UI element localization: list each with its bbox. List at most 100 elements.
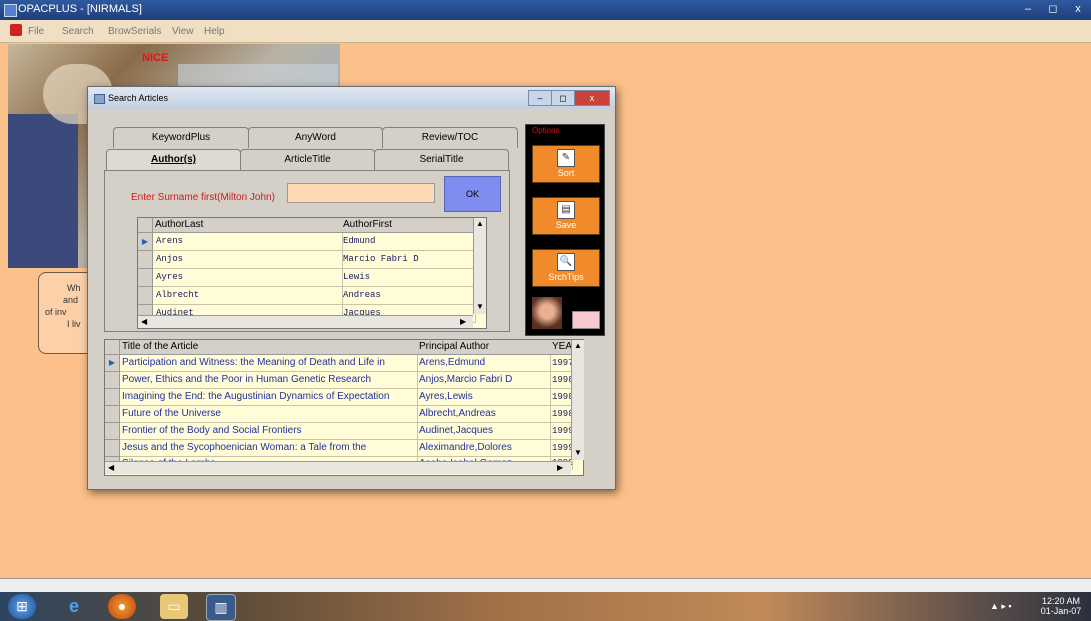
browser-e-icon[interactable]: e (60, 594, 88, 619)
table-row-cell[interactable]: Ayres,Lewis (417, 389, 551, 406)
table-row-cell[interactable]: Power, Ethics and the Poor in Human Gene… (120, 372, 418, 389)
row-selector (138, 251, 153, 269)
table-row-cell[interactable]: Anjos (153, 251, 343, 269)
dialog-maximize-button[interactable]: ◻ (551, 90, 575, 106)
grid-corner (138, 218, 153, 233)
table-row-cell[interactable]: 1999 (550, 423, 573, 440)
close-button[interactable]: x (1066, 2, 1090, 17)
menu-search[interactable]: Search (62, 26, 94, 37)
surname-input[interactable] (287, 183, 435, 203)
table-row-cell[interactable]: Arens,Edmund (417, 355, 551, 372)
table-row-cell[interactable]: Imagining the End: the Augustinian Dynam… (120, 389, 418, 406)
scroll-left-icon[interactable]: ◀ (108, 463, 114, 472)
firefox-icon[interactable]: ● (108, 594, 136, 619)
table-row-cell[interactable]: Albrecht (153, 287, 343, 305)
table-row-cell[interactable]: Marcio Fabri D (341, 251, 476, 269)
dialog-icon (94, 94, 105, 104)
tab-keywordplus[interactable]: KeywordPlus (113, 127, 249, 148)
row-selector (105, 389, 120, 406)
table-row-cell[interactable]: Frontier of the Body and Social Frontier… (120, 423, 418, 440)
menu-help[interactable]: Help (204, 26, 225, 37)
maximize-button[interactable]: ◻ (1041, 2, 1065, 17)
clock-time: 12:20 AM (1041, 596, 1081, 606)
bubble-line: Wh (67, 283, 81, 293)
column-header-title[interactable]: Title of the Article (120, 340, 418, 355)
window-titlebar: OPACPLUS - [NIRMALS] – ◻ x (0, 0, 1091, 20)
column-header-principal-author[interactable]: Principal Author (417, 340, 551, 355)
surname-label: Enter Surname first(Milton John) (131, 192, 275, 203)
table-row-cell[interactable]: Jesus and the Sycophoenician Woman: a Ta… (120, 440, 418, 457)
table-row-cell[interactable]: Albrecht,Andreas (417, 406, 551, 423)
column-header-year[interactable]: YEAR (550, 340, 579, 355)
menu-browserials[interactable]: BrowSerials (108, 26, 161, 37)
tray-icons[interactable]: ▲ ▸ ▪ (990, 601, 1012, 612)
table-row-cell[interactable]: Participation and Witness: the Meaning o… (120, 355, 418, 372)
scroll-right-icon[interactable]: ▶ (557, 463, 563, 472)
save-icon: ▤ (557, 201, 575, 219)
article-grid-vertical-scrollbar[interactable]: ▲ ▼ (571, 340, 584, 460)
row-selector (105, 423, 120, 440)
table-row-cell[interactable]: Ayres (153, 269, 343, 287)
row-selector-icon: ▶ (105, 355, 120, 372)
table-row-cell[interactable]: 1997 (550, 355, 573, 372)
bubble-line: I liv (67, 319, 81, 329)
menu-view[interactable]: View (172, 26, 194, 37)
search-tips-button-label: SrchTips (548, 272, 584, 282)
search-tips-button[interactable]: 🔍 SrchTips (532, 249, 600, 287)
scroll-left-icon[interactable]: ◀ (141, 317, 147, 326)
table-row-cell[interactable]: Audinet,Jacques (417, 423, 551, 440)
scroll-right-icon[interactable]: ▶ (460, 317, 466, 326)
table-row-cell[interactable]: 1998 (550, 389, 573, 406)
scroll-up-icon[interactable]: ▲ (476, 219, 484, 228)
scroll-down-icon[interactable]: ▼ (476, 302, 484, 311)
app-icon (4, 4, 17, 17)
table-row-cell[interactable]: Andreas (341, 287, 476, 305)
tab-authors[interactable]: Author(s) (106, 149, 241, 170)
photo-figure (8, 114, 78, 268)
column-header-authorlast[interactable]: AuthorLast (153, 218, 342, 233)
window-title: OPACPLUS - [NIRMALS] (18, 3, 142, 15)
clock-date: 01-Jan-07 (1040, 606, 1082, 616)
avatar (532, 297, 562, 329)
tab-anyword[interactable]: AnyWord (248, 127, 383, 148)
table-row-cell[interactable]: Arens (153, 233, 343, 251)
column-header-authorfirst[interactable]: AuthorFirst (341, 218, 476, 233)
tab-review-toc[interactable]: Review/TOC (382, 127, 518, 148)
tab-articletitle[interactable]: ArticleTitle (240, 149, 375, 170)
dialog-close-button[interactable]: x (574, 90, 610, 106)
dialog-title: Search Articles (108, 93, 169, 103)
minimize-button[interactable]: – (1016, 2, 1040, 17)
author-grid-vertical-scrollbar[interactable]: ▲ ▼ (473, 218, 486, 314)
dialog-minimize-button[interactable]: – (528, 90, 552, 106)
table-row-cell[interactable]: 1998 (550, 406, 573, 423)
app-menu-icon[interactable] (10, 24, 22, 36)
color-box (572, 311, 600, 329)
tab-serialtitle[interactable]: SerialTitle (374, 149, 509, 170)
table-row-cell[interactable]: Lewis (341, 269, 476, 287)
ok-button[interactable]: OK (444, 176, 501, 212)
article-grid: Title of the Article Principal Author YE… (104, 339, 584, 476)
scroll-down-icon[interactable]: ▼ (574, 448, 582, 457)
system-clock[interactable]: 12:20 AM 01-Jan-07 (1036, 596, 1086, 616)
start-button-icon[interactable]: ⊞ (8, 594, 36, 619)
table-row-cell[interactable]: Aleximandre,Dolores (417, 440, 551, 457)
row-selector (138, 287, 153, 305)
sort-button-label: Sort (557, 168, 575, 178)
table-row-cell[interactable]: Future of the Universe (120, 406, 418, 423)
table-row-cell[interactable]: Anjos,Marcio Fabri D (417, 372, 551, 389)
scroll-up-icon[interactable]: ▲ (574, 341, 582, 350)
article-grid-horizontal-scrollbar[interactable]: ◀ ▶ (105, 461, 571, 474)
table-row-cell[interactable]: 1999 (550, 440, 573, 457)
options-panel: Options ✎ Sort ▤ Save 🔍 SrchTips (525, 124, 605, 336)
save-button[interactable]: ▤ Save (532, 197, 600, 235)
bubble-line: and (63, 295, 79, 305)
taskbar: ⊞ e ● ▭ ▥ ▲ ▸ ▪ (0, 592, 1091, 621)
opac-app-icon[interactable]: ▥ (206, 594, 236, 621)
author-grid-horizontal-scrollbar[interactable]: ◀ ▶ (138, 315, 473, 328)
table-row-cell[interactable]: 1998 (550, 372, 573, 389)
dialog-titlebar: Search Articles – ◻ x (88, 87, 615, 109)
sort-button[interactable]: ✎ Sort (532, 145, 600, 183)
folder-icon[interactable]: ▭ (160, 594, 188, 619)
menu-file[interactable]: File (28, 26, 44, 37)
table-row-cell[interactable]: Edmund (341, 233, 476, 251)
